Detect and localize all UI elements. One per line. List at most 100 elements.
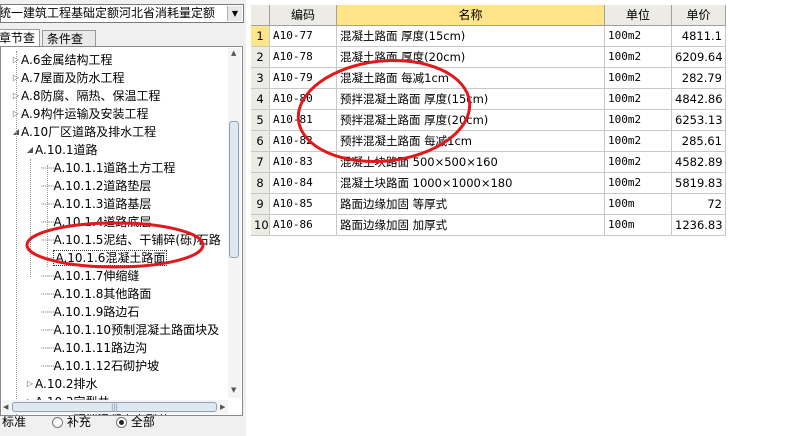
radio-all-option[interactable]: 全部	[116, 414, 155, 430]
table-cell-name[interactable]: 混凝土块路面 500×500×160	[337, 152, 605, 173]
table-cell-code[interactable]: A10-81	[270, 110, 337, 131]
column-header[interactable]: 编码	[270, 5, 337, 26]
table-cell-unit[interactable]: 100m2	[605, 131, 672, 152]
tree-guide-line	[16, 51, 17, 415]
row-number[interactable]: 3	[251, 68, 270, 89]
column-header[interactable]: 单价	[672, 5, 726, 26]
tree-item[interactable]: ┈┈A.10.1.11路边沟	[41, 339, 147, 357]
tree-item[interactable]: ▷ A.8防腐、隔热、保温工程	[11, 87, 161, 105]
table-cell-code[interactable]: A10-77	[270, 26, 337, 47]
table-cell-price[interactable]: 282.79	[672, 68, 726, 89]
quota-library-select[interactable]: 国统一建筑工程基础定额河北省消耗量定额 ▼	[0, 4, 244, 23]
chevron-down-icon[interactable]: ▼	[227, 6, 242, 21]
collapsed-triangle-icon[interactable]: ▷	[25, 375, 35, 393]
row-number[interactable]: 4	[251, 89, 270, 110]
table-cell-name[interactable]: 混凝土路面 厚度(15cm)	[337, 26, 605, 47]
tree-item[interactable]: ┈┈A.10.1.4道路底层	[41, 213, 151, 231]
radio-supplement[interactable]	[52, 417, 63, 428]
tab-condition-query[interactable]: 条件查询	[42, 30, 96, 62]
table-cell-price[interactable]: 4842.86	[672, 89, 726, 110]
column-header[interactable]: 单位	[605, 5, 672, 26]
table-cell-name[interactable]: 路面边缘加固 等厚式	[337, 194, 605, 215]
tree-item[interactable]: ┈┈ A.10.1.6混凝土路面	[41, 249, 168, 267]
table-cell-price[interactable]: 6209.64	[672, 47, 726, 68]
tree-vertical-scroll-thumb[interactable]	[229, 121, 239, 258]
table-cell-name[interactable]: 混凝土路面 每减1cm	[337, 68, 605, 89]
row-number[interactable]: 7	[251, 152, 270, 173]
table-cell-unit[interactable]: 100m2	[605, 152, 672, 173]
row-number[interactable]: 2	[251, 47, 270, 68]
table-cell-code[interactable]: A10-78	[270, 47, 337, 68]
tree-item[interactable]: ┈┈A.10.1.2道路垫层	[41, 177, 151, 195]
tree-horizontal-scroll-thumb[interactable]: |||	[12, 402, 217, 412]
tree-item[interactable]: ┈┈A.10.1.3道路基层	[41, 195, 151, 213]
tab-chapter-query[interactable]: 章节查询	[0, 29, 40, 61]
tree-item[interactable]: ▷ A.6金属结构工程	[11, 51, 113, 69]
tree-item-label: A.10.1.9路边石	[53, 305, 140, 319]
tree-item-label: A.10.1.11路边沟	[53, 341, 148, 355]
table-cell-code[interactable]: A10-79	[270, 68, 337, 89]
tree-vertical-scrollbar[interactable]: ▲ ▼	[228, 48, 241, 398]
table-cell-name[interactable]: 预拌混凝土路面 厚度(15cm)	[337, 89, 605, 110]
column-header[interactable]: 名称	[337, 5, 605, 26]
tree-item[interactable]: ▷ A.9构件运输及安装工程	[11, 105, 149, 123]
table-cell-name[interactable]: 预拌混凝土路面 厚度(20cm)	[337, 110, 605, 131]
table-cell-code[interactable]: A10-86	[270, 215, 337, 236]
table-cell-name[interactable]: 路面边缘加固 加厚式	[337, 215, 605, 236]
table-cell-unit[interactable]: 100m2	[605, 173, 672, 194]
table-cell-price[interactable]: 5819.83	[672, 173, 726, 194]
tree-item[interactable]: ┈┈A.10.1.12石砌护坡	[41, 357, 159, 375]
table-cell-unit[interactable]: 100m2	[605, 26, 672, 47]
table-cell-price[interactable]: 4811.1	[672, 26, 726, 47]
table-cell-code[interactable]: A10-83	[270, 152, 337, 173]
tree-item-label: A.10.1.1道路土方工程	[53, 161, 176, 175]
tree-item[interactable]: ┈┈A.10.1.5泥结、干铺碎(砾)石路	[41, 231, 221, 249]
tree-horizontal-scrollbar[interactable]: ◀ ||| ▶	[2, 400, 228, 414]
tree-item-label: A.10.1道路	[35, 143, 98, 157]
row-number[interactable]: 9	[251, 194, 270, 215]
row-number[interactable]: 5	[251, 110, 270, 131]
scroll-right-icon[interactable]: ▶	[220, 403, 225, 411]
table-cell-unit[interactable]: 100m2	[605, 47, 672, 68]
table-cell-name[interactable]: 混凝土块路面 1000×1000×180	[337, 173, 605, 194]
row-number[interactable]: 1	[251, 26, 270, 47]
tree-connector: ┈┈	[41, 341, 54, 355]
scroll-left-icon[interactable]: ◀	[3, 403, 8, 411]
row-number[interactable]: 10	[251, 215, 270, 236]
table-cell-price[interactable]: 4582.89	[672, 152, 726, 173]
tree-item[interactable]: ◢ A.10厂区道路及排水工程	[11, 123, 156, 141]
table-cell-code[interactable]: A10-84	[270, 173, 337, 194]
table-cell-unit[interactable]: 100m2	[605, 89, 672, 110]
corner-header[interactable]	[251, 5, 270, 26]
tree-item[interactable]: ┈┈A.10.1.8其他路面	[41, 285, 151, 303]
table-cell-price[interactable]: 285.61	[672, 131, 726, 152]
tree-item[interactable]: ┈┈A.10.1.1道路土方工程	[41, 159, 175, 177]
row-number[interactable]: 8	[251, 173, 270, 194]
tree-item[interactable]: ▷ A.10.2排水	[25, 375, 98, 393]
tree-item[interactable]: ◢ A.10.1道路	[25, 141, 98, 159]
scroll-up-icon[interactable]: ▲	[231, 49, 236, 57]
table-cell-code[interactable]: A10-80	[270, 89, 337, 110]
tree-item[interactable]: ┈┈A.10.1.7伸缩缝	[41, 267, 139, 285]
tree-item[interactable]: ▷ A.7屋面及防水工程	[11, 69, 125, 87]
table-cell-code[interactable]: A10-85	[270, 194, 337, 215]
table-cell-unit[interactable]: 100m2	[605, 110, 672, 131]
table-cell-price[interactable]: 1236.83	[672, 215, 726, 236]
expanded-triangle-icon[interactable]: ◢	[25, 141, 35, 159]
scroll-down-icon[interactable]: ▼	[231, 386, 236, 394]
table-cell-price[interactable]: 6253.13	[672, 110, 726, 131]
table-cell-name[interactable]: 混凝土路面 厚度(20cm)	[337, 47, 605, 68]
table-cell-unit[interactable]: 100m	[605, 215, 672, 236]
tree-item-label: A.10.1.8其他路面	[53, 287, 152, 301]
tree-item-label: A.9构件运输及安装工程	[21, 107, 149, 121]
table-cell-price[interactable]: 72	[672, 194, 726, 215]
tree-item[interactable]: ┈┈A.10.1.9路边石	[41, 303, 139, 321]
radio-all[interactable]	[116, 417, 127, 428]
table-cell-name[interactable]: 预拌混凝土路面 每减1cm	[337, 131, 605, 152]
table-cell-unit[interactable]: 100m2	[605, 68, 672, 89]
tree-item[interactable]: ┈┈A.10.1.10预制混凝土路面块及	[41, 321, 219, 339]
table-cell-unit[interactable]: 100m	[605, 194, 672, 215]
table-cell-code[interactable]: A10-82	[270, 131, 337, 152]
radio-supplement-option[interactable]: 补充	[52, 414, 91, 430]
row-number[interactable]: 6	[251, 131, 270, 152]
